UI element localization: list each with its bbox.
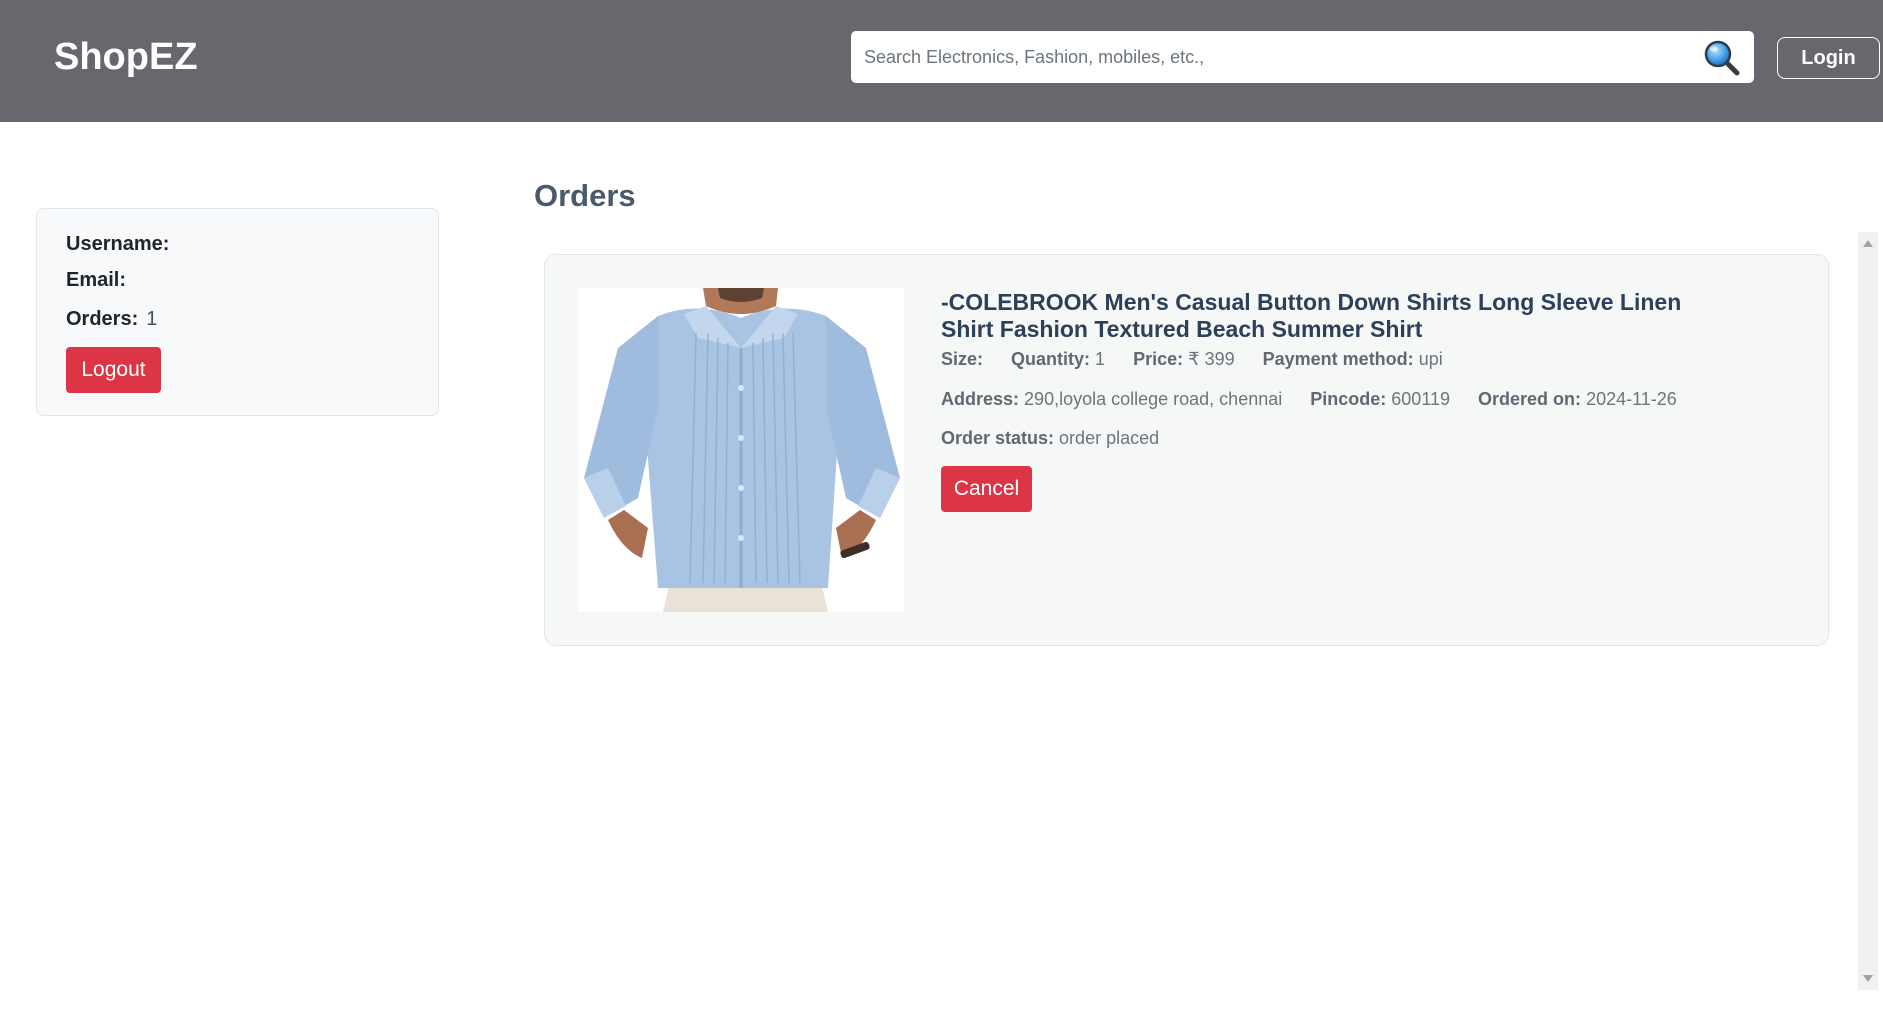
logout-button[interactable]: Logout [66,347,161,393]
search-bar [851,31,1754,83]
size-field: Size: [941,349,988,369]
ordered-on-field: Ordered on: 2024-11-26 [1478,389,1677,409]
payment-field: Payment method: upi [1263,349,1443,369]
brand-logo[interactable]: ShopEZ [54,36,198,79]
navbar: ShopEZ Login [0,0,1883,122]
pincode-label: Pincode: [1310,389,1387,409]
order-status-label: Order status: [941,428,1055,448]
email-label: Email: [66,269,127,291]
ordered-on-value: 2024-11-26 [1586,389,1677,409]
pincode-value: 600119 [1391,389,1451,409]
profile-card: Username: Email: Orders: 1 Logout [36,208,439,416]
price-value: ₹ 399 [1188,349,1235,369]
search-icon[interactable] [1703,39,1741,77]
username-row: Username: [66,233,177,256]
orders-count-label: Orders: [66,308,139,330]
address-field: Address: 290,loyola college road, chenna… [941,389,1282,409]
address-value: 290,loyola college road, chennai [1024,389,1283,409]
orders-count-value: 1 [146,308,158,330]
username-label: Username: [66,233,170,255]
address-label: Address: [941,389,1020,409]
email-row: Email: [66,269,134,292]
quantity-value: 1 [1095,349,1106,369]
order-status-row: Order status: order placed [941,428,1159,449]
scroll-up-arrow-icon[interactable] [1863,240,1873,247]
pincode-field: Pincode: 600119 [1310,389,1450,409]
cancel-order-button[interactable]: Cancel [941,466,1032,512]
quantity-field: Quantity: 1 [1011,349,1105,369]
scrollbar[interactable] [1858,232,1878,990]
login-button[interactable]: Login [1777,37,1880,79]
scroll-down-arrow-icon[interactable] [1863,975,1873,982]
ordered-on-label: Ordered on: [1478,389,1582,409]
payment-value: upi [1418,349,1443,369]
order-card: -COLEBROOK Men's Casual Button Down Shir… [544,254,1829,646]
quantity-label: Quantity: [1011,349,1091,369]
orders-count-row: Orders: 1 [66,308,157,331]
page-title: Orders [534,178,636,213]
search-input[interactable] [851,31,1691,83]
order-status-value: order placed [1059,428,1160,448]
order-details-row-1: Size: Quantity: 1 Price: ₹ 399 Payment m… [941,349,1466,370]
price-field: Price: ₹ 399 [1133,349,1235,369]
price-label: Price: [1133,349,1184,369]
product-title[interactable]: -COLEBROOK Men's Casual Button Down Shir… [941,289,1701,343]
payment-label: Payment method: [1262,349,1414,369]
product-image [578,288,904,612]
order-details-row-2: Address: 290,loyola college road, chenna… [941,389,1700,410]
size-label: Size: [941,349,984,369]
